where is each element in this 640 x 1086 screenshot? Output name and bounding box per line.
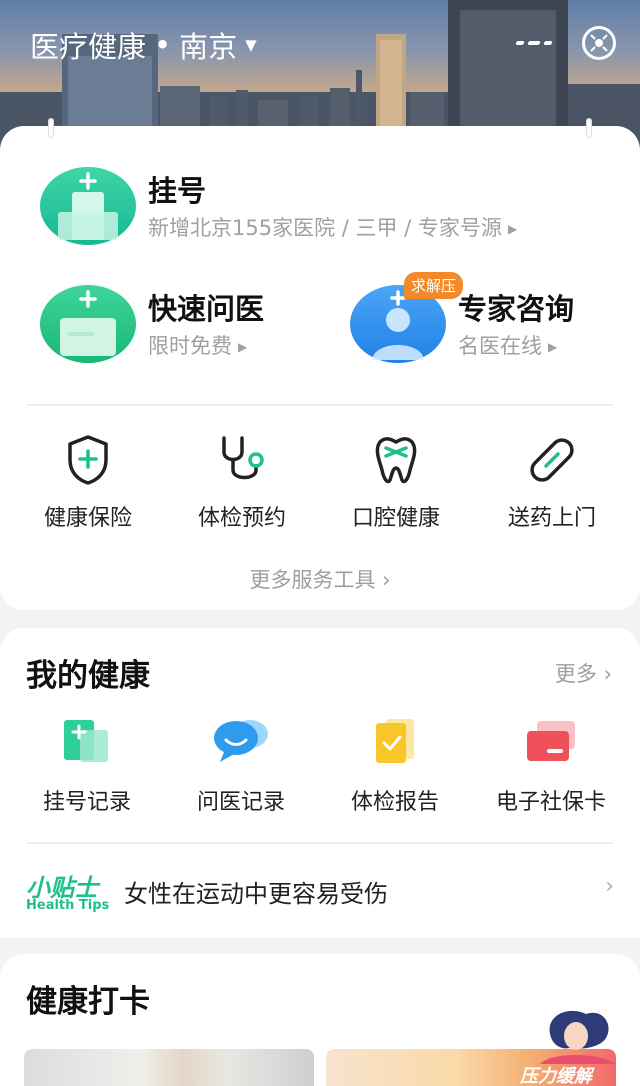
chevron-right-icon: › bbox=[605, 874, 614, 899]
services-card: 挂号 新增北京155家医院 / 三甲 / 专家号源 ▶ 快速问医 限时免费 ▶ 求解… bbox=[0, 118, 640, 610]
stress-relief-label[interactable]: 压力缓解 bbox=[520, 1062, 592, 1086]
caret-down-icon: ▼ bbox=[245, 36, 257, 54]
tool-oral-health[interactable]: 口腔健康 bbox=[326, 432, 466, 532]
medical-kit-icon bbox=[40, 285, 136, 363]
record-social-card[interactable]: 电子社保卡 bbox=[476, 716, 626, 816]
more-options-icon[interactable] bbox=[504, 41, 564, 45]
tool-label: 口腔健康 bbox=[351, 506, 440, 531]
health-tip-text: 女性在运动中更容易受伤 bbox=[124, 880, 388, 908]
tool-label: 送药上门 bbox=[507, 506, 596, 531]
registration-subtitle: 新增北京155家医院 / 三甲 / 专家号源 ▶ bbox=[148, 212, 517, 242]
stress-relief-illustration bbox=[540, 1010, 616, 1064]
pill-icon bbox=[482, 432, 622, 488]
quick-consult-subtitle-text: 限时免费 bbox=[148, 334, 232, 358]
tool-label: 体检预约 bbox=[197, 506, 286, 531]
checkin-title: 健康打卡 bbox=[26, 984, 150, 1020]
checkin-thumbnail-1[interactable] bbox=[24, 1049, 314, 1086]
hospital-icon bbox=[40, 167, 136, 245]
close-icon[interactable] bbox=[582, 26, 616, 60]
chat-bubble-icon bbox=[166, 716, 316, 766]
record-label: 问医记录 bbox=[196, 790, 285, 815]
my-health-card: 我的健康 更多 › 挂号记录 问医记录 体检报告 电子社保卡 小贴士 Healt… bbox=[0, 628, 640, 938]
health-tips-logo-en: Health Tips bbox=[26, 898, 110, 913]
tool-medicine-delivery[interactable]: 送药上门 bbox=[482, 432, 622, 532]
tooth-icon bbox=[326, 432, 466, 488]
section-divider bbox=[26, 842, 614, 844]
expert-consult-subtitle-text: 名医在线 bbox=[458, 334, 542, 358]
quick-consult-title: 快速问医 bbox=[148, 292, 265, 326]
card-pin-left bbox=[48, 118, 54, 138]
section-divider bbox=[26, 404, 614, 406]
record-label: 挂号记录 bbox=[42, 790, 131, 815]
city-name: 南京 bbox=[179, 30, 238, 64]
tool-label: 健康保险 bbox=[43, 506, 132, 531]
more-tools-link[interactable]: 更多服务工具 › bbox=[0, 564, 640, 594]
tool-checkup-booking[interactable]: 体检预约 bbox=[172, 432, 312, 532]
social-card-icon bbox=[476, 716, 626, 766]
location-selector[interactable]: 医疗健康 • 南京 ▼ bbox=[30, 24, 257, 66]
registration-record-icon bbox=[12, 716, 162, 766]
record-label: 电子社保卡 bbox=[495, 790, 606, 815]
page-title: 医疗健康 bbox=[30, 30, 147, 64]
record-consultation[interactable]: 问医记录 bbox=[166, 716, 316, 816]
card-pin-right bbox=[586, 118, 592, 138]
record-checkup-report[interactable]: 体检报告 bbox=[320, 716, 470, 816]
quick-consult-subtitle: 限时免费 ▶ bbox=[148, 330, 247, 360]
stethoscope-icon bbox=[172, 432, 312, 488]
health-tips-banner[interactable]: 小贴士 Health Tips 女性在运动中更容易受伤 › bbox=[26, 868, 614, 938]
my-health-title: 我的健康 bbox=[26, 658, 150, 694]
arrow-right-icon: ▶ bbox=[238, 340, 248, 354]
registration-title: 挂号 bbox=[148, 174, 207, 208]
report-icon bbox=[320, 716, 470, 766]
title-separator: • bbox=[154, 28, 172, 62]
record-label: 体检报告 bbox=[350, 790, 439, 815]
expert-consult-title: 专家咨询 bbox=[458, 292, 575, 326]
record-registration[interactable]: 挂号记录 bbox=[12, 716, 162, 816]
expert-badge: 求解压 bbox=[404, 272, 464, 299]
registration-subtitle-text: 新增北京155家医院 / 三甲 / 专家号源 bbox=[148, 216, 502, 240]
mini-program-capsule bbox=[504, 18, 630, 68]
expert-consult-subtitle: 名医在线 ▶ bbox=[458, 330, 557, 360]
arrow-right-icon: ▶ bbox=[507, 222, 518, 236]
shield-plus-icon bbox=[18, 432, 158, 488]
tool-health-insurance[interactable]: 健康保险 bbox=[18, 432, 158, 532]
arrow-right-icon: ▶ bbox=[548, 340, 558, 354]
my-health-more-link[interactable]: 更多 › bbox=[555, 658, 612, 688]
health-checkin-card: 健康打卡 压力缓解 bbox=[0, 954, 640, 1086]
